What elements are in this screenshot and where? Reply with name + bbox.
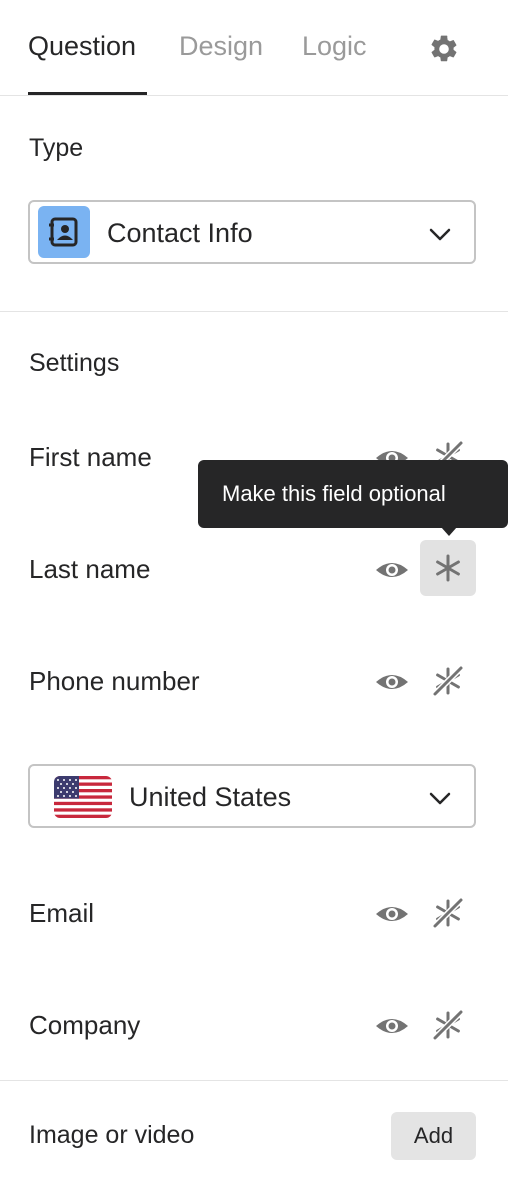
section-divider — [0, 1080, 508, 1081]
eye-icon[interactable] — [374, 896, 410, 932]
settings-section-title: Settings — [29, 349, 120, 377]
asterisk-off-icon[interactable] — [428, 893, 468, 933]
country-select[interactable]: United States — [28, 764, 476, 828]
field-label-last-name: Last name — [29, 554, 151, 584]
tab-logic[interactable]: Logic — [302, 31, 367, 62]
active-tab-indicator — [28, 92, 147, 95]
country-select-value: United States — [129, 782, 292, 812]
media-section-label: Image or video — [29, 1121, 195, 1149]
tab-question[interactable]: Question — [28, 31, 136, 62]
field-label-email: Email — [29, 898, 95, 928]
eye-icon[interactable] — [374, 1008, 410, 1044]
contact-card-icon — [38, 206, 90, 258]
field-label-company: Company — [29, 1010, 141, 1040]
eye-icon[interactable] — [374, 664, 410, 700]
eye-icon[interactable] — [374, 552, 410, 588]
gear-icon[interactable] — [428, 33, 460, 65]
required-toggle-active[interactable] — [420, 540, 476, 596]
tooltip: Make this field optional — [198, 460, 508, 528]
tab-design[interactable]: Design — [179, 31, 263, 62]
field-label-phone-number: Phone number — [29, 666, 200, 696]
us-flag-icon — [54, 776, 112, 818]
question-type-value: Contact Info — [107, 218, 253, 248]
asterisk-off-icon[interactable] — [428, 1005, 468, 1045]
section-divider — [0, 311, 508, 312]
field-label-first-name: First name — [29, 442, 152, 472]
chevron-down-icon — [429, 792, 451, 805]
type-section-title: Type — [29, 134, 84, 162]
add-media-button[interactable]: Add — [391, 1112, 476, 1160]
tab-bar: Question Design Logic — [0, 0, 508, 96]
asterisk-off-icon[interactable] — [428, 661, 468, 701]
chevron-down-icon — [429, 228, 451, 241]
tooltip-arrow — [441, 527, 457, 536]
asterisk-icon — [436, 554, 460, 582]
question-type-select[interactable]: Contact Info — [28, 200, 476, 264]
